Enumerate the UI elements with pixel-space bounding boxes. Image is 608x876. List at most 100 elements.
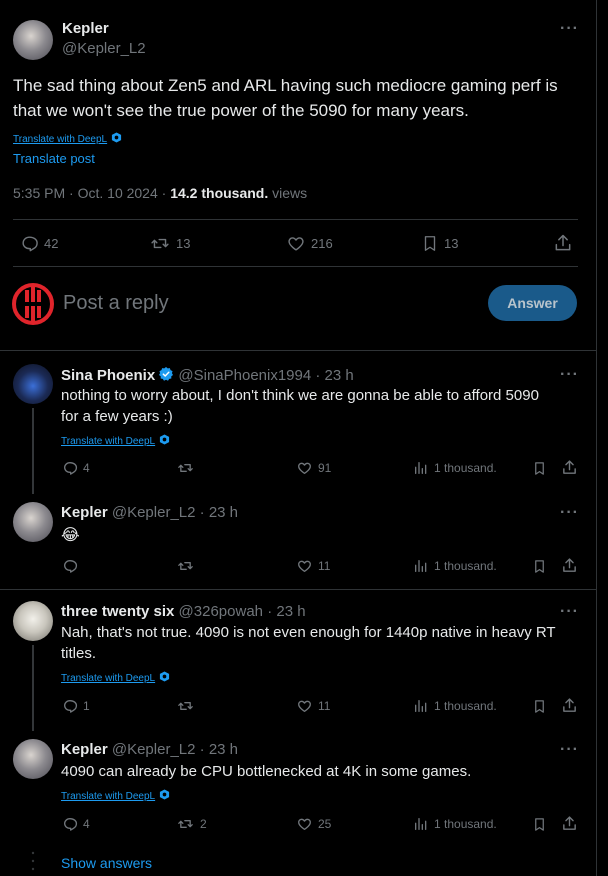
reply-count: 1 xyxy=(83,699,90,713)
reply-time[interactable]: 23 h xyxy=(276,603,305,620)
repost-button[interactable] xyxy=(176,558,200,574)
reply-time[interactable]: 23 h xyxy=(209,504,238,521)
more-options-icon[interactable]: ··· xyxy=(560,603,579,621)
bookmark-button[interactable] xyxy=(532,698,547,715)
like-button[interactable]: 91 xyxy=(296,460,331,476)
divider xyxy=(0,589,596,590)
user-logo-avatar[interactable] xyxy=(11,282,55,326)
reply-button[interactable]: 4 xyxy=(62,460,90,476)
reply-text-line-1: Nah, that's not true. 4090 is not even e… xyxy=(61,624,556,641)
views-button[interactable]: 1 thousand. xyxy=(413,698,497,714)
bookmark-button[interactable]: 13 xyxy=(421,234,458,253)
reply-button[interactable]: 42 xyxy=(20,234,58,253)
reply-text-line-2: for a few years :) xyxy=(61,408,173,425)
translate-deepl-label: Translate with DeepL xyxy=(61,436,156,447)
repost-icon xyxy=(151,238,169,249)
translate-deepl-link[interactable]: Translate with DeepL xyxy=(61,668,170,686)
thread-line xyxy=(32,408,34,494)
share-icon xyxy=(563,816,576,830)
more-options-icon[interactable]: ··· xyxy=(560,741,579,759)
reply-handle[interactable]: @Kepler_L2 xyxy=(112,504,196,521)
reply-handle[interactable]: @SinaPhoenix1994 xyxy=(178,367,311,384)
show-answers-link[interactable]: Show answers xyxy=(61,855,152,871)
verified-badge-icon xyxy=(159,367,174,381)
share-button[interactable] xyxy=(561,557,578,574)
reply-button[interactable] xyxy=(62,558,83,574)
reply-input[interactable]: Post a reply xyxy=(63,292,169,315)
views-button[interactable]: 1 thousand. xyxy=(413,558,497,574)
reply-author[interactable]: three twenty six xyxy=(61,603,174,620)
reply-button[interactable]: 1 xyxy=(62,698,90,714)
translate-deepl-link[interactable]: Translate with DeepL xyxy=(13,129,122,147)
translate-post-link[interactable]: Translate post xyxy=(13,151,95,166)
divider xyxy=(13,266,578,267)
meta-separator: · xyxy=(267,603,273,620)
like-count: 25 xyxy=(318,817,332,831)
meta-separator: · xyxy=(69,185,74,201)
meta-separator: · xyxy=(199,741,205,758)
translate-deepl-link[interactable]: Translate with DeepL xyxy=(61,786,170,804)
post-text-line-2: that we won't see the true power of the … xyxy=(13,101,469,120)
post-date[interactable]: Oct. 10 2024 xyxy=(78,185,158,201)
reply-author[interactable]: Sina Phoenix xyxy=(61,367,155,384)
repost-button[interactable]: 13 xyxy=(149,234,190,253)
reply-text-line-1: 4090 can already be CPU bottlenecked at … xyxy=(61,763,472,780)
reply-avatar[interactable] xyxy=(13,739,53,779)
share-button[interactable] xyxy=(561,815,578,832)
reply-button[interactable]: 4 xyxy=(62,816,90,832)
bookmark-button[interactable] xyxy=(532,460,547,477)
repost-button[interactable] xyxy=(176,698,200,714)
answer-button[interactable]: Answer xyxy=(488,285,577,321)
deepl-icon xyxy=(160,671,170,682)
reply-avatar[interactable] xyxy=(13,601,53,641)
repost-icon xyxy=(178,464,193,472)
bookmark-icon xyxy=(535,462,544,475)
more-options-icon[interactable]: ··· xyxy=(560,20,579,38)
repost-button[interactable] xyxy=(176,460,200,476)
reply-avatar[interactable] xyxy=(13,364,53,404)
share-icon xyxy=(563,558,576,572)
repost-button[interactable]: 2 xyxy=(176,816,207,832)
deepl-icon xyxy=(112,132,122,143)
author-handle[interactable]: @Kepler_L2 xyxy=(62,40,146,57)
reply-time[interactable]: 23 h xyxy=(325,367,354,384)
like-button[interactable]: 11 xyxy=(296,698,330,714)
share-button[interactable] xyxy=(553,233,573,253)
repost-count: 13 xyxy=(176,236,191,251)
views-button[interactable]: 1 thousand. xyxy=(413,460,497,476)
like-button[interactable]: 25 xyxy=(296,816,331,832)
views-count: 1 thousand. xyxy=(434,817,497,831)
more-options-icon[interactable]: ··· xyxy=(560,504,579,522)
share-button[interactable] xyxy=(561,697,578,714)
reply-text-line-1: nothing to worry about, I don't think we… xyxy=(61,387,539,404)
views-button[interactable]: 1 thousand. xyxy=(413,816,497,832)
reply-author[interactable]: Kepler xyxy=(61,504,108,521)
share-button[interactable] xyxy=(561,459,578,476)
like-count: 91 xyxy=(318,461,332,475)
reply-icon xyxy=(64,818,78,831)
views-chart-icon xyxy=(415,700,427,712)
like-button[interactable]: 11 xyxy=(296,558,330,574)
post-time[interactable]: 5:35 PM xyxy=(13,185,65,201)
more-options-icon[interactable]: ··· xyxy=(560,366,579,384)
heart-icon xyxy=(288,237,304,251)
bookmark-count: 13 xyxy=(444,236,459,251)
reply-author[interactable]: Kepler xyxy=(61,741,108,758)
post-text-line-1: The sad thing about Zen5 and ARL having … xyxy=(13,76,558,95)
repost-icon xyxy=(178,820,193,828)
author-avatar[interactable] xyxy=(13,20,53,60)
reply-handle[interactable]: @Kepler_L2 xyxy=(112,741,196,758)
reply-handle[interactable]: @326powah xyxy=(179,603,263,620)
reply-time[interactable]: 23 h xyxy=(209,741,238,758)
views-count: 14.2 thousand. xyxy=(170,185,269,201)
like-button[interactable]: 216 xyxy=(286,234,333,253)
bookmark-button[interactable] xyxy=(532,816,547,833)
reply-count: 4 xyxy=(83,461,90,475)
bookmark-button[interactable] xyxy=(532,558,547,575)
views-count: 1 thousand. xyxy=(434,699,497,713)
heart-icon xyxy=(298,462,311,474)
divider xyxy=(13,219,578,220)
author-name[interactable]: Kepler xyxy=(62,20,109,37)
translate-deepl-link[interactable]: Translate with DeepL xyxy=(61,431,170,449)
reply-avatar[interactable] xyxy=(13,502,53,542)
